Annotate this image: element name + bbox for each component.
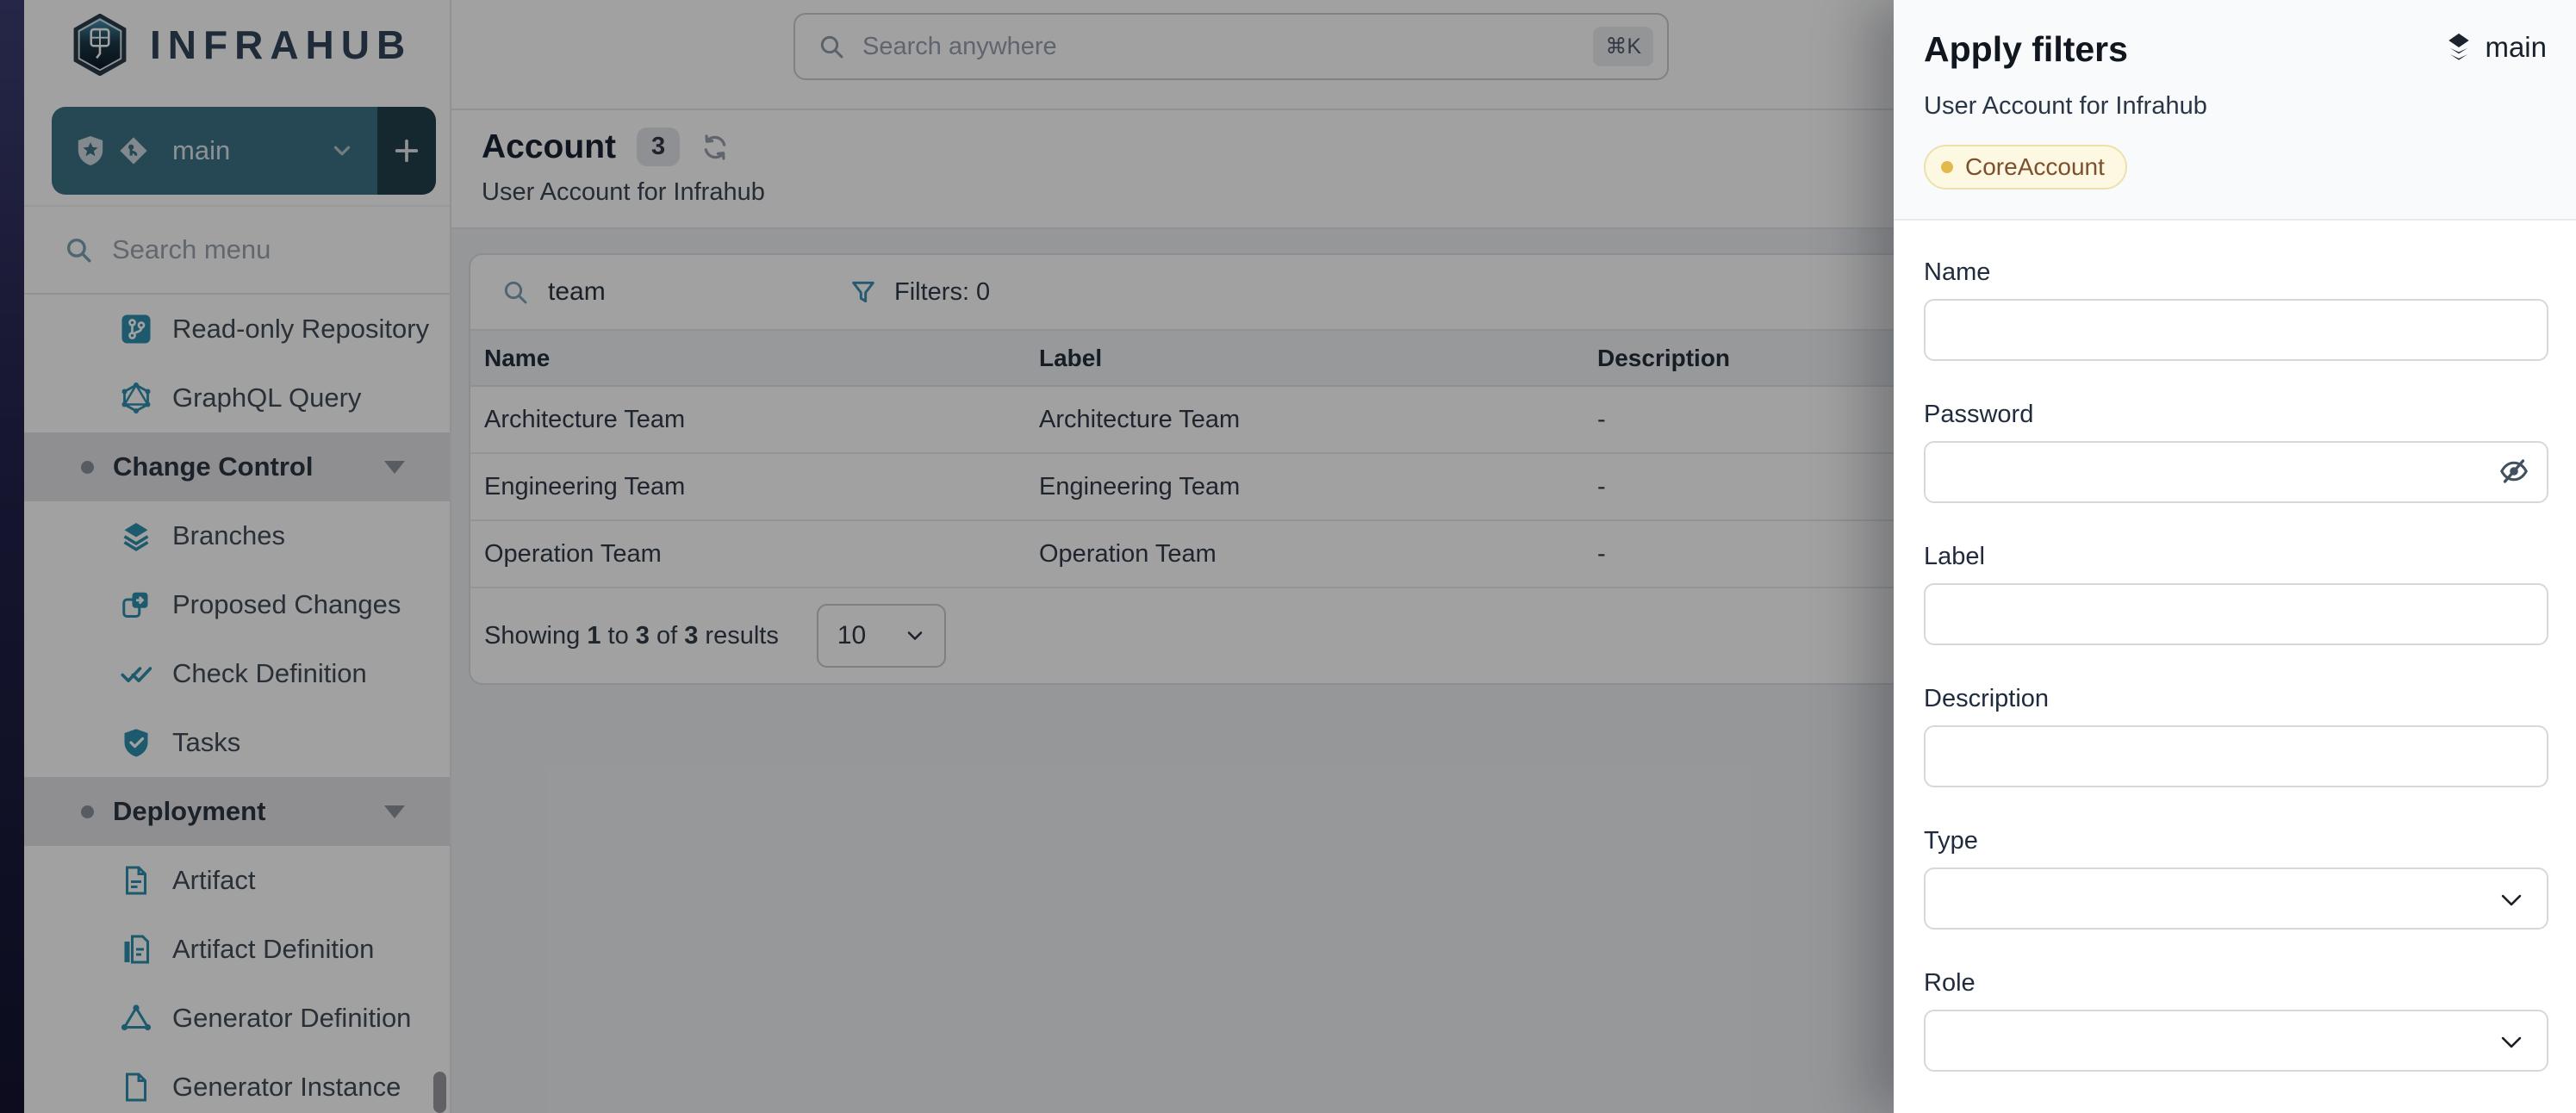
field-group-role: Role	[1924, 969, 2548, 1072]
drawer-branch-indicator: main	[2443, 31, 2547, 64]
description-field[interactable]	[1924, 725, 2548, 787]
kind-badge-label: CoreAccount	[1965, 153, 2105, 181]
label-field[interactable]	[1924, 583, 2548, 645]
badge-dot-icon	[1941, 161, 1953, 173]
name-field-label: Name	[1924, 258, 2548, 287]
label-field-label: Label	[1924, 543, 2548, 571]
drawer-branch-label: main	[2485, 31, 2547, 64]
drawer-body: Name Password	[1894, 221, 2576, 1072]
eye-off-icon	[2498, 456, 2529, 487]
field-group-description: Description	[1924, 685, 2548, 787]
branch-layers-icon	[2443, 31, 2474, 64]
role-select[interactable]	[1924, 1010, 2548, 1072]
field-group-password: Password	[1924, 401, 2548, 503]
drawer-header: Apply filters main User Account for Infr…	[1894, 0, 2576, 221]
apply-filters-drawer: Apply filters main User Account for Infr…	[1894, 0, 2576, 1113]
role-field-label: Role	[1924, 969, 2548, 998]
type-field-label: Type	[1924, 827, 2548, 855]
drawer-subtitle: User Account for Infrahub	[1924, 92, 2547, 121]
password-field[interactable]	[1924, 441, 2548, 503]
toggle-password-visibility-button[interactable]	[2498, 456, 2529, 487]
description-field-label: Description	[1924, 685, 2548, 713]
kind-badge: CoreAccount	[1924, 145, 2127, 190]
drawer-title: Apply filters	[1924, 29, 2128, 70]
field-group-type: Type	[1924, 827, 2548, 930]
name-field[interactable]	[1924, 299, 2548, 361]
field-group-label: Label	[1924, 543, 2548, 645]
app-window: INFRAHUB main	[0, 0, 2576, 1113]
password-field-label: Password	[1924, 401, 2548, 429]
type-select[interactable]	[1924, 867, 2548, 930]
field-group-name: Name	[1924, 258, 2548, 361]
